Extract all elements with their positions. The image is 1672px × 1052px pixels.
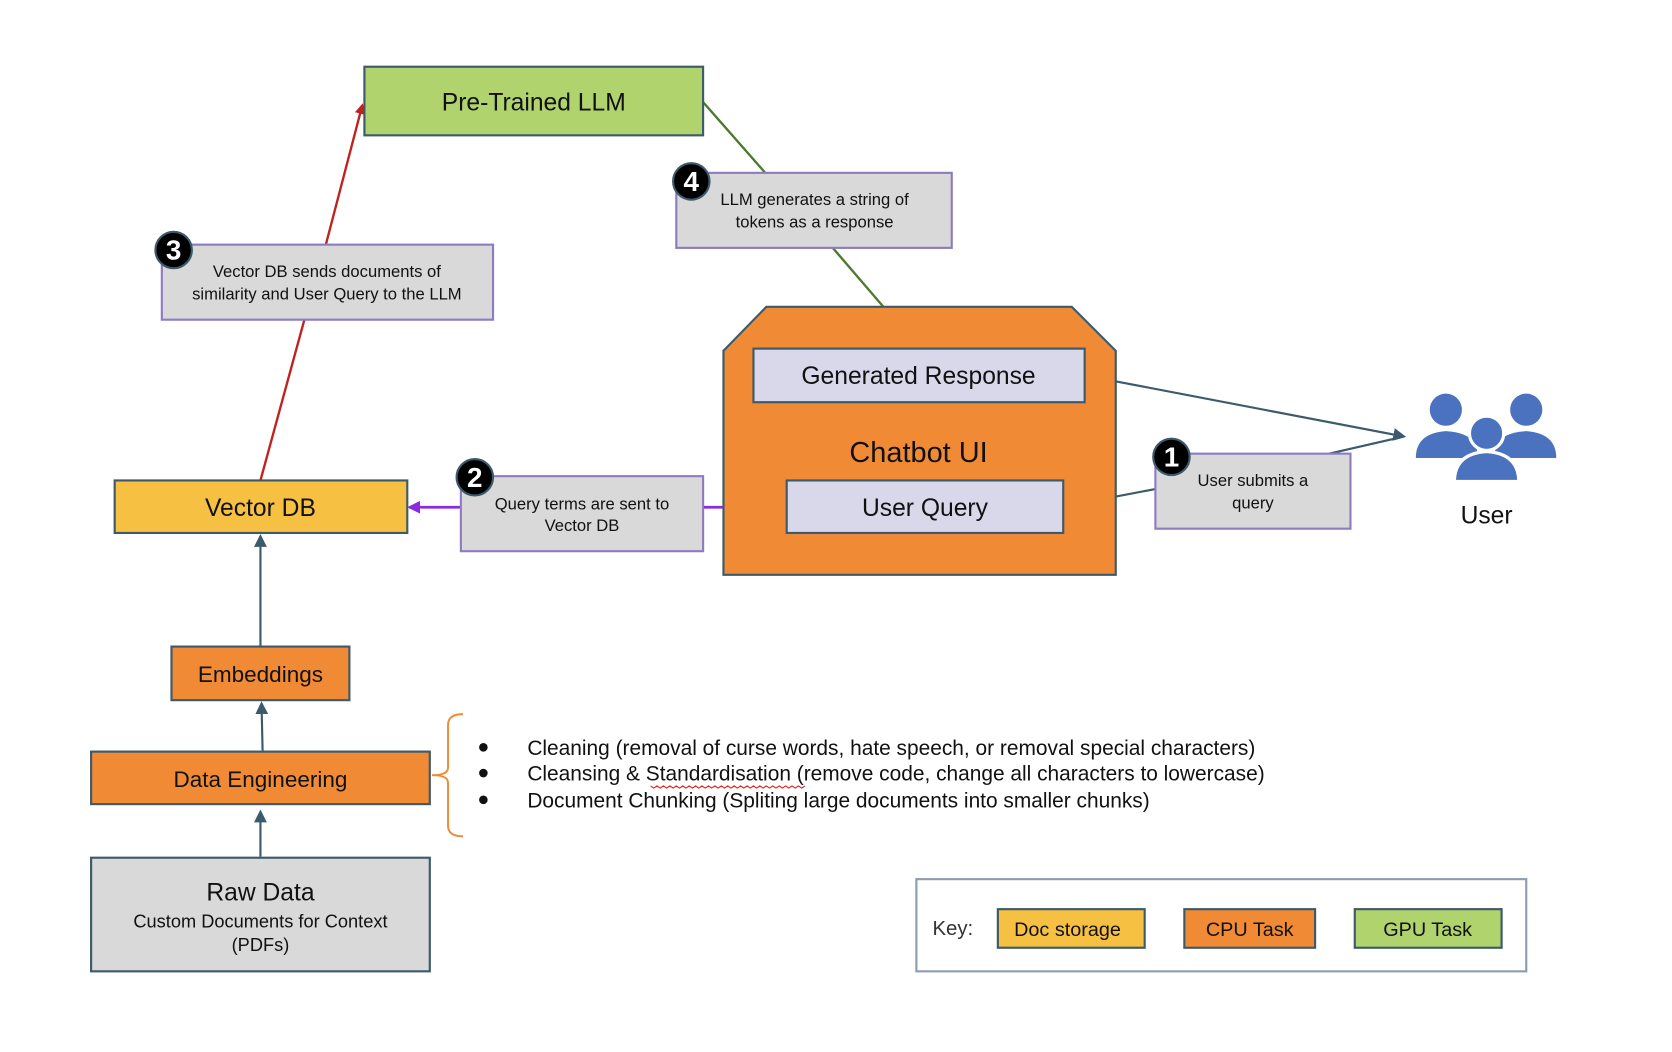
user-query-label: User Query xyxy=(862,495,989,522)
data-engineering-node: Data Engineering xyxy=(90,750,431,806)
data-engineering-steps-list: Cleaning (removal of curse words, hate s… xyxy=(479,737,1265,812)
list-item: Document Chunking (Spliting large docume… xyxy=(527,789,1149,812)
line-user-to-step1 xyxy=(1328,435,1405,455)
step-2-line1: Query terms are sent to xyxy=(495,494,669,513)
user-query-node: User Query xyxy=(785,479,1065,535)
step-1-line2: query xyxy=(1232,493,1274,512)
list-item: Cleaning (removal of curse words, hate s… xyxy=(527,737,1255,760)
embeddings-node: Embeddings xyxy=(170,645,351,702)
brace xyxy=(431,713,464,838)
raw-data-title: Raw Data xyxy=(206,880,314,907)
rag-architecture-diagram: Pre-Trained LLM LLM generates a string o… xyxy=(90,65,1557,973)
chatbot-ui-node: Chatbot UI Generated Response User Query xyxy=(722,305,1117,576)
arrow-response-to-user xyxy=(1084,374,1407,441)
bullet-icon xyxy=(479,795,488,805)
llm-label: Pre-Trained LLM xyxy=(442,90,626,117)
step-2-number: 2 xyxy=(467,462,483,493)
spellcheck-underline xyxy=(650,785,806,789)
arrow-llm-to-response-upper xyxy=(702,101,767,174)
arrow-vectordb-to-llm-upper xyxy=(324,103,366,245)
vector-db-node: Vector DB xyxy=(113,479,409,535)
step-3-line1: Vector DB sends documents of xyxy=(213,262,441,281)
step-4-line2: tokens as a response xyxy=(736,213,894,232)
vector-db-label: Vector DB xyxy=(205,495,316,522)
generated-response-label: Generated Response xyxy=(801,363,1035,390)
legend-gpu-task: GPU Task xyxy=(1383,919,1472,941)
raw-data-node: Raw Data Custom Documents for Context (P… xyxy=(90,856,431,973)
step-4-number: 4 xyxy=(684,166,700,197)
step-3-number: 3 xyxy=(166,235,181,266)
users-group-icon xyxy=(1415,393,1557,484)
step-4-note: LLM generates a string of tokens as a re… xyxy=(672,162,953,249)
list-item: Cleansing & Standardisation (remove code… xyxy=(527,763,1264,786)
raw-data-line1: Custom Documents for Context xyxy=(133,911,387,931)
arrow-vectordb-to-llm-lower xyxy=(259,319,306,481)
raw-data-line2: (PDFs) xyxy=(232,935,290,955)
llm-node: Pre-Trained LLM xyxy=(363,65,705,137)
step-1-number: 1 xyxy=(1164,442,1180,473)
step-1-note: User submits a query 1 xyxy=(1152,437,1352,530)
bullet-icon xyxy=(479,743,488,752)
step-4-line1: LLM generates a string of xyxy=(720,190,909,209)
user-label: User xyxy=(1461,502,1513,529)
step-2-line2: Vector DB xyxy=(545,516,620,535)
step-3-note: Vector DB sends documents of similarity … xyxy=(154,230,495,321)
step-3-line2: similarity and User Query to the LLM xyxy=(192,284,462,303)
legend-cpu-task: CPU Task xyxy=(1206,919,1294,941)
generated-response-node: Generated Response xyxy=(752,347,1086,404)
data-engineering-label: Data Engineering xyxy=(174,767,348,792)
step-2-note: Query terms are sent to Vector DB 2 xyxy=(455,457,705,553)
step-1-line1: User submits a xyxy=(1198,471,1310,490)
legend: Key: Doc storage CPU Task GPU Task xyxy=(915,878,1528,973)
legend-label: Key: xyxy=(932,918,973,940)
arrow-dataeng-to-embeddings xyxy=(255,701,269,751)
bullet-icon xyxy=(479,768,488,778)
embeddings-label: Embeddings xyxy=(198,662,323,687)
legend-doc-storage: Doc storage xyxy=(1014,919,1121,941)
chatbot-ui-label: Chatbot UI xyxy=(849,437,987,469)
